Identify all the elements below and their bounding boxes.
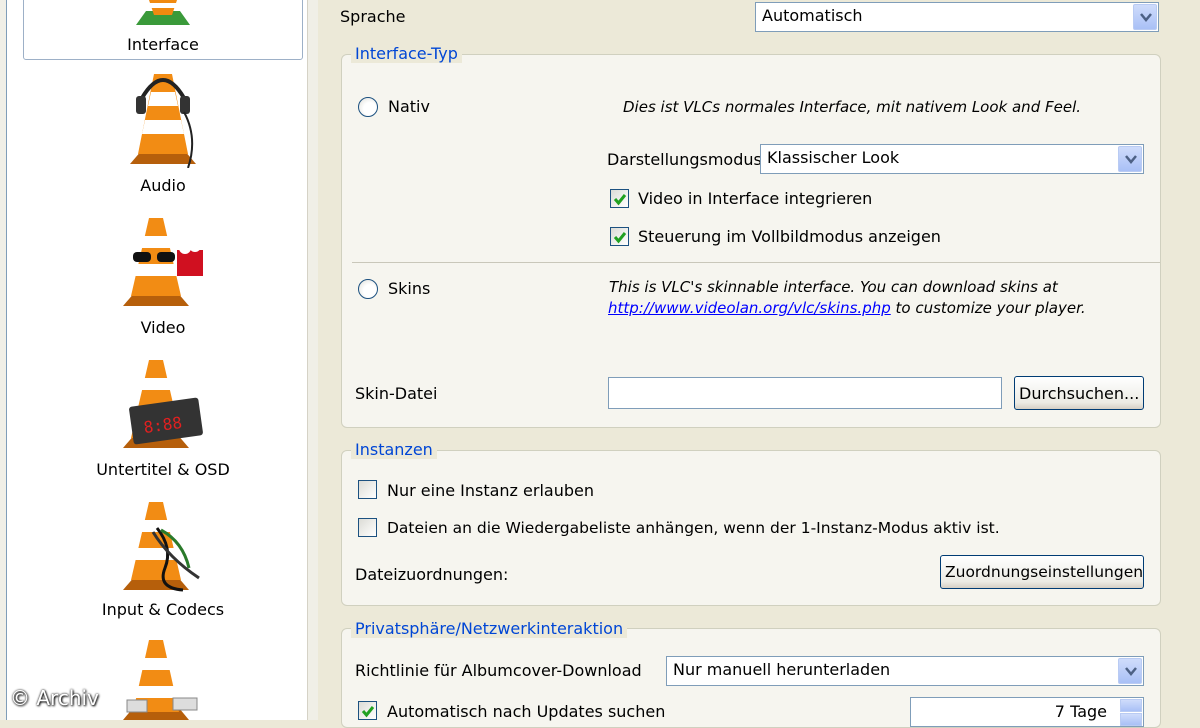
language-select[interactable]: Automatisch: [755, 2, 1159, 32]
language-label: Sprache: [340, 7, 406, 26]
chevron-down-icon[interactable]: [1118, 658, 1142, 684]
auto-update-checkbox[interactable]: [358, 701, 377, 720]
watermark: © Archiv: [10, 686, 99, 710]
interface-type-legend: Interface-Typ: [351, 44, 462, 63]
instances-legend: Instanzen: [351, 440, 437, 459]
privacy-legend: Privatsphäre/Netzwerkinteraktion: [351, 619, 628, 638]
category-label: Input & Codecs: [101, 600, 225, 619]
video-cone-icon: [113, 214, 213, 310]
auto-update-label[interactable]: Automatisch nach Updates suchen: [387, 702, 665, 721]
skin-file-input[interactable]: [608, 377, 1002, 409]
language-value: Automatisch: [762, 6, 863, 25]
skins-label[interactable]: Skins: [388, 279, 430, 298]
checkmark-icon: [613, 232, 627, 244]
spin-up-icon[interactable]: [1120, 699, 1142, 712]
file-associations-label: Dateizuordnungen:: [355, 565, 509, 584]
fullscreen-controls-checkbox[interactable]: [610, 227, 629, 246]
category-subtitles-osd[interactable]: 8:88 Untertitel & OSD: [23, 350, 303, 485]
category-label: Interface: [127, 35, 199, 54]
fullscreen-controls-label[interactable]: Steuerung im Vollbildmodus anzeigen: [638, 227, 941, 246]
album-art-value: Nur manuell herunterladen: [673, 660, 891, 679]
codec-cone-icon: [113, 498, 213, 594]
browse-button[interactable]: Durchsuchen...: [1014, 376, 1144, 410]
native-radio[interactable]: [358, 97, 378, 117]
category-list: Interface Audio Video 8:88 Untertitel & …: [6, 0, 308, 720]
checkmark-icon: [613, 194, 627, 206]
skins-description: This is VLC's skinnable interface. You c…: [609, 278, 1058, 296]
chevron-down-icon[interactable]: [1118, 146, 1142, 172]
interface-settings-panel: Sprache Automatisch Interface-Typ Nativ …: [318, 0, 1200, 728]
enqueue-checkbox[interactable]: [358, 518, 377, 537]
skin-file-label: Skin-Datei: [355, 384, 438, 403]
display-mode-select[interactable]: Klassischer Look: [760, 144, 1144, 174]
category-label: Audio: [140, 176, 186, 195]
skins-description-line2: http://www.videolan.org/vlc/skins.php to…: [608, 299, 1086, 317]
category-input-codecs[interactable]: Input & Codecs: [23, 492, 303, 627]
album-art-label: Richtlinie für Albumcover-Download: [355, 661, 642, 680]
native-description: Dies ist VLCs normales Interface, mit na…: [623, 98, 1081, 116]
category-sidebar: Interface Audio Video 8:88 Untertitel & …: [0, 0, 318, 720]
category-audio[interactable]: Audio: [23, 66, 303, 201]
display-mode-value: Klassischer Look: [767, 148, 900, 167]
skins-link[interactable]: http://www.videolan.org/vlc/skins.php: [608, 299, 891, 317]
embed-video-checkbox[interactable]: [610, 189, 629, 208]
album-art-select[interactable]: Nur manuell herunterladen: [666, 656, 1144, 686]
separator: [352, 262, 1160, 263]
checkmark-icon: [361, 706, 375, 718]
enqueue-label[interactable]: Dateien an die Wiedergabeliste anhängen,…: [387, 519, 1000, 537]
interface-cone-icon: [128, 0, 198, 25]
skins-description-suffix: to customize your player.: [890, 299, 1086, 317]
chevron-down-icon[interactable]: [1133, 4, 1157, 30]
update-interval-value: 7 Tage: [1054, 702, 1107, 721]
one-instance-checkbox[interactable]: [358, 480, 377, 499]
hotkeys-cone-icon: [113, 638, 213, 720]
audio-cone-icon: [118, 68, 208, 169]
update-interval-spinbox[interactable]: 7 Tage: [910, 697, 1144, 727]
category-label: Video: [140, 318, 186, 337]
subtitle-cone-icon: 8:88: [113, 356, 213, 452]
category-label: Untertitel & OSD: [96, 460, 230, 479]
embed-video-label[interactable]: Video in Interface integrieren: [638, 189, 872, 208]
display-mode-label: Darstellungsmodus: [607, 150, 762, 169]
category-interface[interactable]: Interface: [23, 0, 303, 60]
association-settings-button[interactable]: Zuordnungseinstellungen: [940, 555, 1144, 589]
category-video[interactable]: Video: [23, 208, 303, 343]
native-label[interactable]: Nativ: [388, 97, 430, 116]
one-instance-label[interactable]: Nur eine Instanz erlauben: [387, 481, 594, 500]
skins-radio[interactable]: [358, 279, 378, 299]
